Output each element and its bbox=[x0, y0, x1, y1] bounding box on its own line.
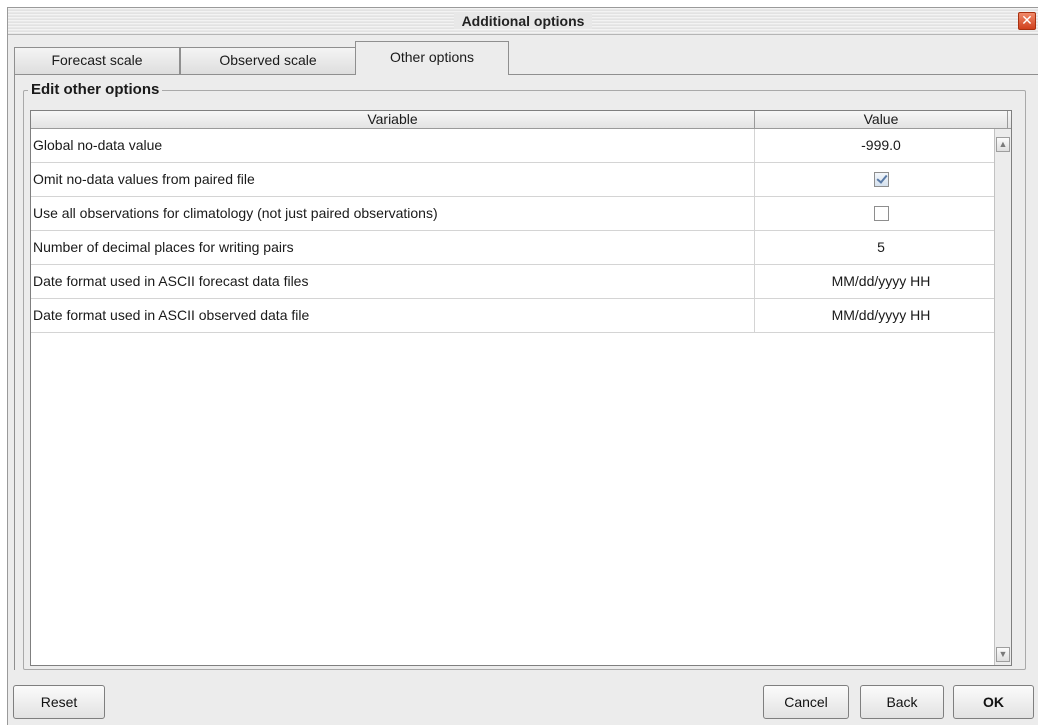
scroll-up-button[interactable]: ▲ bbox=[996, 137, 1010, 152]
table-header: Variable Value bbox=[31, 111, 1011, 129]
table-row[interactable]: Number of decimal places for writing pai… bbox=[31, 231, 1009, 265]
value-cell[interactable]: -999.0 bbox=[755, 129, 1008, 162]
table-row[interactable]: Date format used in ASCII forecast data … bbox=[31, 265, 1009, 299]
options-table: Variable Value Global no-data value -999… bbox=[30, 110, 1012, 666]
ok-button[interactable]: OK bbox=[953, 685, 1034, 719]
window-title: Additional options bbox=[453, 13, 593, 29]
column-header-variable[interactable]: Variable bbox=[31, 111, 755, 128]
close-button[interactable]: ✕ bbox=[1018, 12, 1036, 30]
arrow-up-icon: ▲ bbox=[998, 139, 1008, 149]
header-filler bbox=[1008, 111, 1011, 128]
tab-observed-scale[interactable]: Observed scale bbox=[180, 47, 356, 74]
value-cell[interactable]: MM/dd/yyyy HH bbox=[755, 299, 1008, 332]
variable-cell: Omit no-data values from paired file bbox=[31, 163, 755, 196]
checkbox-icon[interactable] bbox=[873, 205, 889, 221]
back-button[interactable]: Back bbox=[860, 685, 944, 719]
close-icon: ✕ bbox=[1021, 12, 1033, 28]
value-cell[interactable]: MM/dd/yyyy HH bbox=[755, 265, 1008, 298]
variable-cell: Date format used in ASCII observed data … bbox=[31, 299, 755, 332]
table-row[interactable]: Global no-data value -999.0 bbox=[31, 129, 1009, 163]
additional-options-dialog: Additional options ✕ Forecast scale Obse… bbox=[7, 7, 1038, 725]
tab-other-options[interactable]: Other options bbox=[355, 41, 509, 75]
vertical-scrollbar[interactable]: ▲ ▼ bbox=[994, 129, 1011, 665]
checkbox-icon[interactable] bbox=[873, 171, 889, 187]
reset-button[interactable]: Reset bbox=[13, 685, 105, 719]
table-row[interactable]: Omit no-data values from paired file bbox=[31, 163, 1009, 197]
value-cell bbox=[755, 197, 1008, 230]
table-row[interactable]: Date format used in ASCII observed data … bbox=[31, 299, 1009, 333]
value-cell[interactable]: 5 bbox=[755, 231, 1008, 264]
table-row[interactable]: Use all observations for climatology (no… bbox=[31, 197, 1009, 231]
variable-cell: Number of decimal places for writing pai… bbox=[31, 231, 755, 264]
title-bar[interactable]: Additional options ✕ bbox=[8, 8, 1038, 35]
variable-cell: Date format used in ASCII forecast data … bbox=[31, 265, 755, 298]
scroll-down-button[interactable]: ▼ bbox=[996, 647, 1010, 662]
arrow-down-icon: ▼ bbox=[998, 649, 1008, 659]
value-cell bbox=[755, 163, 1008, 196]
tab-bar: Forecast scale Observed scale Other opti… bbox=[14, 41, 1038, 75]
other-options-panel: Edit other options Variable Value Global… bbox=[14, 75, 1038, 670]
table-body: Global no-data value -999.0 Omit no-data… bbox=[31, 129, 1009, 333]
variable-cell: Global no-data value bbox=[31, 129, 755, 162]
variable-cell: Use all observations for climatology (no… bbox=[31, 197, 755, 230]
group-title: Edit other options bbox=[28, 81, 163, 98]
column-header-value[interactable]: Value bbox=[755, 111, 1008, 128]
cancel-button[interactable]: Cancel bbox=[763, 685, 849, 719]
tab-forecast-scale[interactable]: Forecast scale bbox=[14, 47, 180, 74]
edit-other-options-group: Edit other options Variable Value Global… bbox=[23, 81, 1026, 670]
